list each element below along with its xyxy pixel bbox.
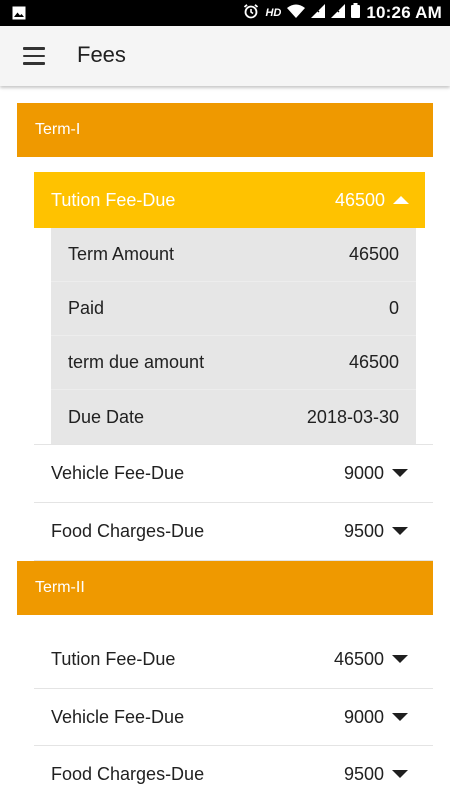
menu-icon[interactable] — [14, 38, 54, 74]
app-bar: Fees — [0, 26, 450, 86]
term-header-2[interactable]: Term-II — [17, 561, 433, 615]
detail-value: 46500 — [348, 244, 399, 264]
alarm-icon — [243, 3, 259, 24]
fee-details-panel: Term Amount 46500 Paid 0 term due amount… — [51, 228, 416, 444]
fee-row-vehicle-term2[interactable]: Vehicle Fee-Due 9000 — [34, 689, 433, 745]
fee-amount: 9000 — [343, 462, 384, 483]
detail-value: 2018-03-30 — [306, 406, 399, 427]
page-title: Fees — [77, 42, 126, 67]
fee-amount: 9000 — [343, 706, 384, 727]
chevron-up-icon[interactable] — [393, 196, 409, 204]
detail-row-due-date: Due Date 2018-03-30 — [51, 390, 416, 444]
detail-row-paid: Paid 0 — [51, 282, 416, 336]
fee-row-tuition-term2[interactable]: Tution Fee-Due 46500 — [34, 631, 433, 687]
detail-value: 0 — [388, 298, 399, 318]
chevron-down-icon[interactable] — [392, 713, 408, 721]
battery-icon — [351, 3, 361, 23]
fee-row-food-term2[interactable]: Food Charges-Due 9500 — [34, 746, 433, 800]
fee-row-vehicle-term1[interactable]: Vehicle Fee-Due 9000 — [34, 445, 433, 501]
fee-amount: 9500 — [343, 763, 384, 784]
signal-icon — [331, 3, 346, 23]
image-icon — [12, 6, 26, 25]
clock-time: 10:26 AM — [366, 3, 442, 22]
hd-label: HD — [265, 7, 282, 19]
fee-label: Vehicle Fee-Due — [51, 462, 185, 483]
detail-label: Paid — [68, 298, 105, 318]
chevron-down-icon[interactable] — [392, 655, 408, 663]
detail-row-term-due-amount: term due amount 46500 — [51, 336, 416, 390]
fee-label: Tution Fee-Due — [51, 189, 176, 210]
chevron-down-icon[interactable] — [392, 527, 408, 535]
detail-value: 46500 — [348, 352, 399, 372]
fee-amount: 46500 — [334, 189, 385, 210]
fee-label: Vehicle Fee-Due — [51, 706, 185, 727]
fee-label: Tution Fee-Due — [51, 648, 176, 669]
wifi-icon — [287, 4, 306, 23]
fee-label: Food Charges-Due — [51, 763, 205, 784]
fee-label: Food Charges-Due — [51, 520, 205, 541]
detail-label: Due Date — [68, 406, 145, 427]
fee-row-food-term1[interactable]: Food Charges-Due 9500 — [34, 503, 433, 559]
status-bar: HD 10:26 AM — [0, 0, 450, 26]
term-header-1[interactable]: Term-I — [17, 103, 433, 157]
fee-amount: 46500 — [333, 648, 384, 669]
fee-amount: 9500 — [343, 520, 384, 541]
chevron-down-icon[interactable] — [392, 469, 408, 477]
detail-row-term-amount: Term Amount 46500 — [51, 228, 416, 282]
signal-icon — [311, 3, 326, 23]
fee-row-tuition-term1[interactable]: Tution Fee-Due 46500 — [34, 172, 425, 228]
detail-label: term due amount — [68, 352, 205, 372]
chevron-down-icon[interactable] — [392, 770, 408, 778]
detail-label: Term Amount — [68, 244, 175, 264]
